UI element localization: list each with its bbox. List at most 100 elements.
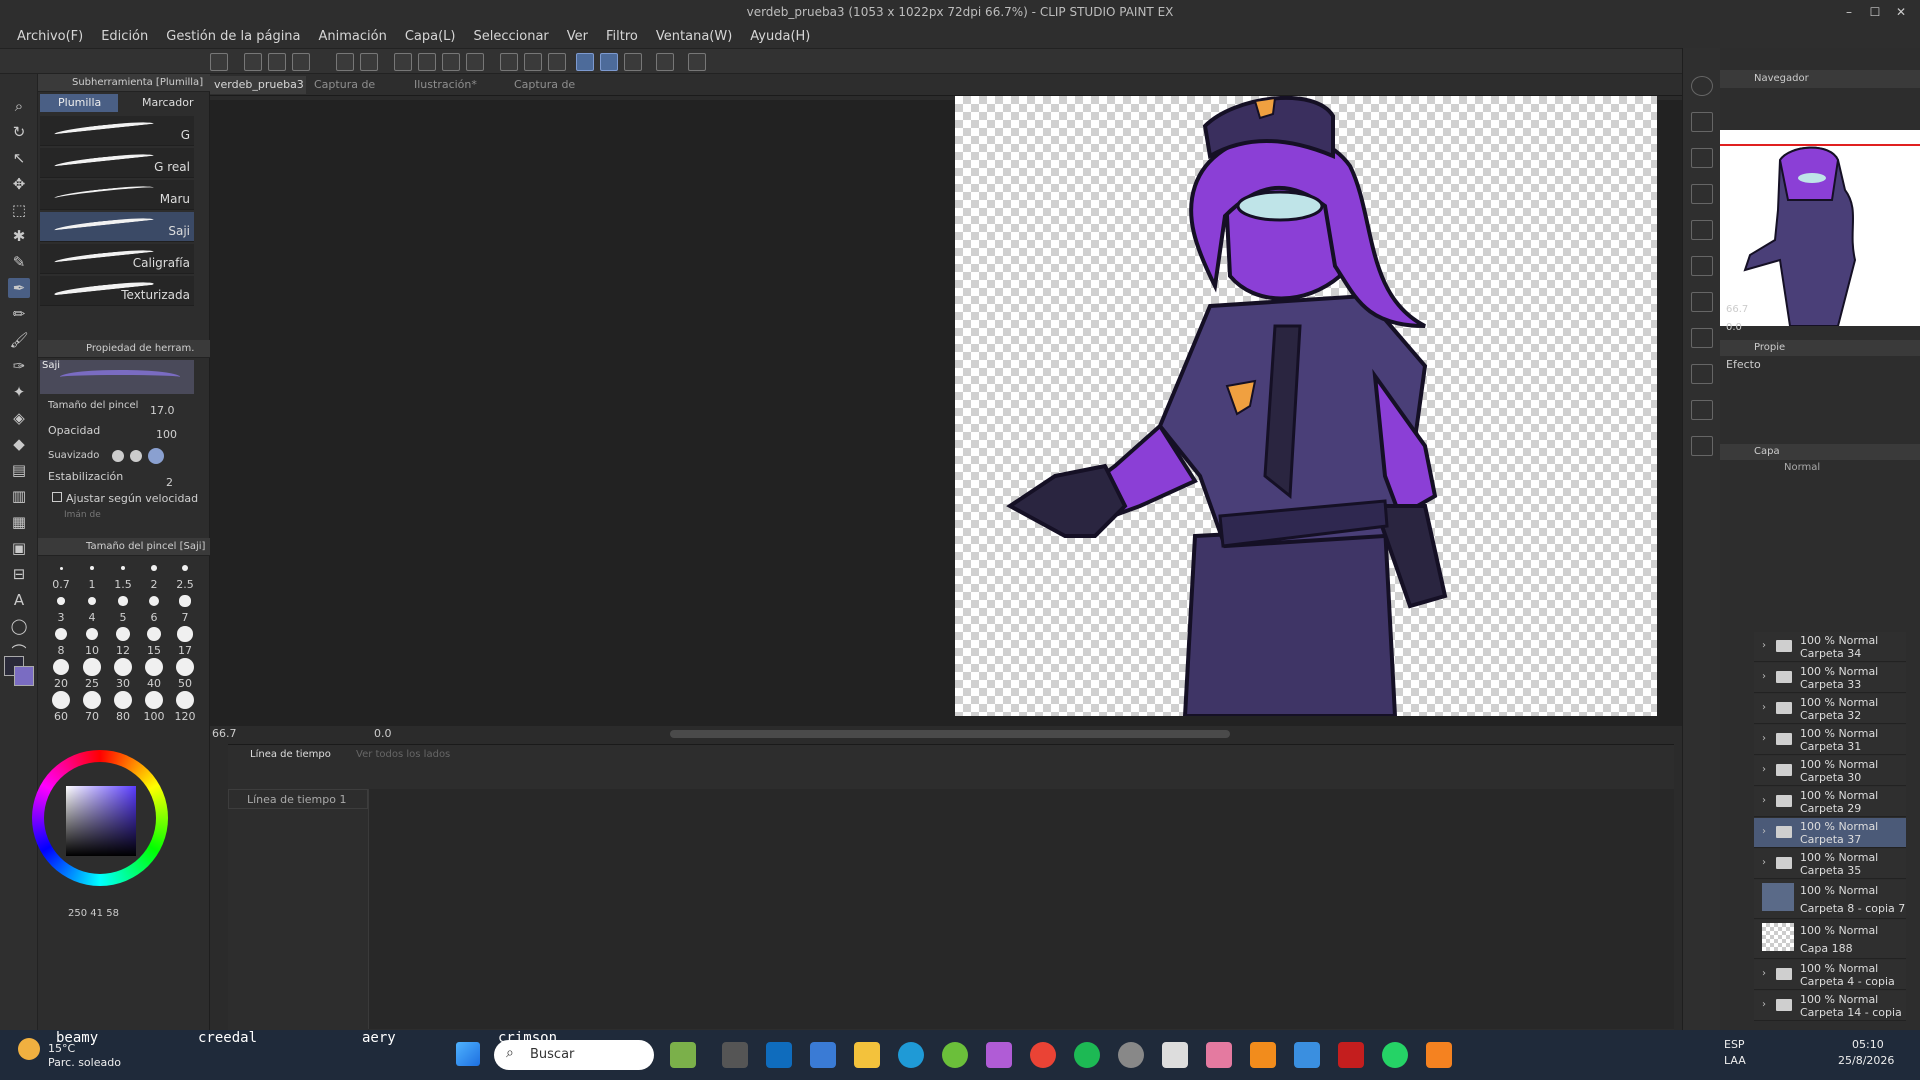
layer-row[interactable]: › 100 % Normal Carpeta 31 (1754, 725, 1906, 755)
tab-captura-2[interactable]: Captura de pan (510, 76, 588, 109)
whatsapp-icon[interactable] (1382, 1042, 1408, 1068)
sublime-icon[interactable] (1250, 1042, 1276, 1068)
chevron-right-icon[interactable]: › (1762, 826, 1766, 837)
tab-marcador[interactable]: Marcador (122, 94, 202, 112)
chevron-right-icon[interactable]: › (1762, 733, 1766, 744)
search-icon[interactable] (1691, 76, 1713, 96)
brush-saji[interactable]: Saji (40, 212, 194, 242)
horizontal-scrollbar[interactable] (670, 730, 1230, 738)
brush-size-dot[interactable] (83, 658, 101, 676)
opacity-value[interactable]: 100 (156, 428, 177, 441)
phone-icon[interactable] (656, 53, 674, 71)
brush-size-dot[interactable] (116, 627, 130, 641)
clip-studio-paint-icon[interactable] (1162, 1042, 1188, 1068)
drawing-canvas[interactable] (955, 96, 1657, 716)
brush-size-dot[interactable] (57, 597, 65, 605)
new-file-icon[interactable] (244, 53, 262, 71)
chevron-right-icon[interactable]: › (1762, 968, 1766, 979)
snap-special-ruler-icon[interactable] (600, 53, 618, 71)
fill-selection-icon[interactable] (548, 53, 566, 71)
layer-row[interactable]: › 100 % Normal Carpeta 4 - copia (1754, 960, 1906, 990)
undo-icon[interactable] (336, 53, 354, 71)
eraser-icon[interactable]: ◆ (8, 434, 30, 454)
blend-icon[interactable]: ◈ (8, 408, 30, 428)
brush-size-dot[interactable] (151, 565, 157, 571)
layer-row[interactable]: 100 % Normal Capa 188 (1754, 920, 1906, 959)
rotate-icon[interactable]: ↻ (8, 122, 30, 142)
frame-icon[interactable]: ▣ (8, 538, 30, 558)
material-icon[interactable] (1691, 184, 1713, 204)
spotify-icon[interactable] (1074, 1042, 1100, 1068)
brush-size-dot[interactable] (118, 596, 128, 606)
menu-help[interactable]: Ayuda(H) (750, 29, 810, 44)
material-icon[interactable] (1691, 148, 1713, 168)
brush-size-dot[interactable] (90, 566, 94, 570)
vlc-icon[interactable] (1426, 1042, 1452, 1068)
smoothing-option[interactable] (130, 450, 142, 462)
tab-plumilla[interactable]: Plumilla (40, 94, 118, 112)
brush-size-dot[interactable] (83, 691, 101, 709)
brush-size-value[interactable]: 17.0 (150, 404, 175, 417)
snap-ruler-icon[interactable] (576, 53, 594, 71)
layer-row[interactable]: › 100 % Normal Carpeta 37 (1754, 818, 1906, 848)
invert-selection-icon[interactable] (418, 53, 436, 71)
auto-select-icon[interactable]: ✱ (8, 226, 30, 246)
menu-page[interactable]: Gestión de la página (166, 29, 300, 44)
menu-file[interactable]: Archivo(F) (17, 29, 83, 44)
explorer-icon[interactable] (854, 1042, 880, 1068)
clear-icon[interactable] (500, 53, 518, 71)
layer-row[interactable]: › 100 % Normal Carpeta 34 (1754, 632, 1906, 662)
menu-animation[interactable]: Animación (319, 29, 387, 44)
menu-select[interactable]: Seleccionar (474, 29, 549, 44)
app-icon[interactable] (1338, 1042, 1364, 1068)
brush-size-dot[interactable] (52, 658, 70, 676)
clock-time[interactable]: 05:10 (1852, 1038, 1884, 1051)
transform-icon[interactable] (466, 53, 484, 71)
brush-size-dot[interactable] (52, 691, 70, 709)
tab-captura-1[interactable]: Captura de pan (310, 76, 388, 109)
close-button[interactable]: ✕ (1888, 0, 1914, 24)
open-file-icon[interactable] (268, 53, 286, 71)
brush-size-dot[interactable] (114, 658, 132, 676)
chevron-right-icon[interactable]: › (1762, 764, 1766, 775)
clear-outside-icon[interactable] (524, 53, 542, 71)
brush-icon[interactable]: 🖌 (8, 330, 30, 350)
maximize-button[interactable]: ☐ (1862, 0, 1888, 24)
menu-edit[interactable]: Edición (101, 29, 148, 44)
lang-layout[interactable]: LAA (1724, 1054, 1746, 1067)
minimize-button[interactable]: – (1836, 0, 1862, 24)
chevron-right-icon[interactable]: › (1762, 857, 1766, 868)
clip-studio-icon[interactable] (210, 53, 228, 71)
menu-filter[interactable]: Filtro (606, 29, 638, 44)
selection-icon[interactable]: ⬚ (8, 200, 30, 220)
edge-icon[interactable] (898, 1042, 924, 1068)
stabilization-value[interactable]: 2 (166, 476, 173, 489)
brush-size-dot[interactable] (176, 658, 194, 676)
brush-g[interactable]: G (40, 116, 194, 146)
material-icon[interactable] (1691, 220, 1713, 240)
brush-caligrafia[interactable]: Caligrafía (40, 244, 194, 274)
pen-icon[interactable]: ✒ (8, 278, 30, 298)
pencil-icon[interactable]: ✏ (8, 304, 30, 324)
game-icon[interactable] (1206, 1042, 1232, 1068)
brush-texturizada[interactable]: Texturizada (40, 276, 194, 306)
layer-row[interactable]: 100 % Normal Carpeta 8 - copia 7 (1754, 880, 1906, 919)
blend-mode-select[interactable]: Normal (1784, 462, 1820, 473)
search-box[interactable]: ⌕ Buscar (494, 1040, 654, 1070)
gradient-icon[interactable]: ▥ (8, 486, 30, 506)
menu-view[interactable]: Ver (567, 29, 588, 44)
layer-row[interactable]: › 100 % Normal Carpeta 14 - copia (1754, 991, 1906, 1021)
ruler-icon[interactable]: ⊟ (8, 564, 30, 584)
material-icon[interactable] (1691, 292, 1713, 312)
brush-size-dot[interactable] (87, 596, 97, 606)
decoration-icon[interactable]: ✦ (8, 382, 30, 402)
eyedropper-icon[interactable]: ✎ (8, 252, 30, 272)
timeline-tab-2[interactable]: Ver todos los lados (356, 749, 450, 760)
tab-verdeb-prueba3[interactable]: verdeb_prueba3 (210, 76, 306, 94)
store-icon[interactable] (810, 1042, 836, 1068)
color-square[interactable] (66, 786, 136, 856)
timeline-select[interactable]: Línea de tiempo 1 (228, 789, 368, 809)
material-icon[interactable] (1691, 256, 1713, 276)
airbrush-icon[interactable]: ✑ (8, 356, 30, 376)
menu-layer[interactable]: Capa(L) (405, 29, 456, 44)
